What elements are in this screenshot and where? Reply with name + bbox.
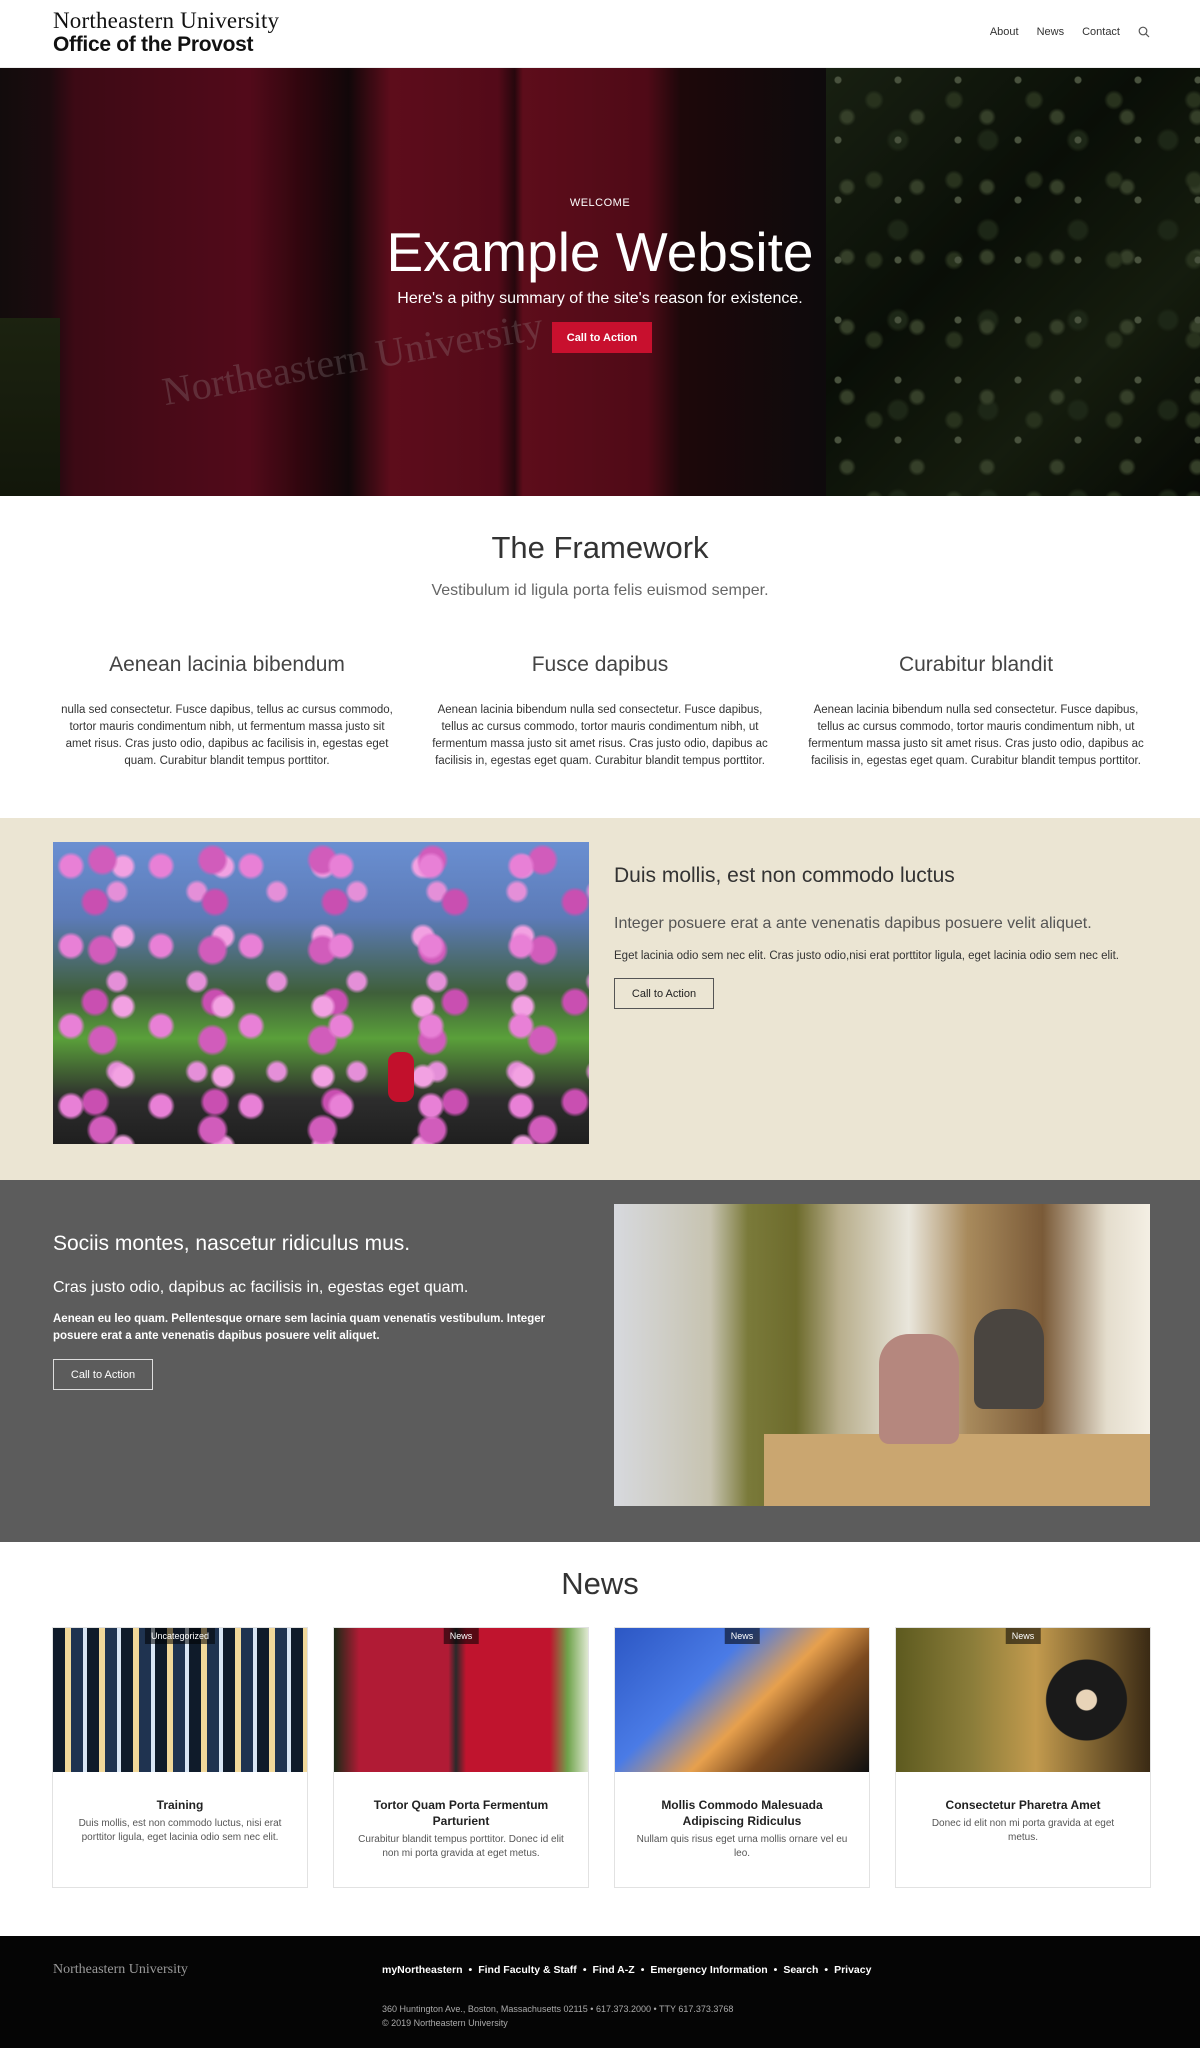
news-card[interactable]: Uncategorized Training Duis mollis, est … (52, 1627, 308, 1888)
hero: Northeastern University WELCOME Example … (0, 68, 1200, 496)
category-badge[interactable]: News (724, 1628, 760, 1644)
column-heading: Curabitur blandit (898, 653, 1054, 676)
footer-address-block: 360 Huntington Ave., Boston, Massachuset… (382, 2002, 733, 2030)
footer-link-search[interactable]: Search (783, 1964, 818, 1976)
hero-subtitle: Here's a pithy summary of the site's rea… (397, 290, 803, 307)
news-card-image: News (896, 1628, 1150, 1772)
footer-links: myNortheastern • Find Faculty & Staff • … (382, 1964, 871, 1976)
feature-heading: Duis mollis, est non commodo luctus (614, 864, 955, 887)
logo-office: Office of the Provost (53, 33, 254, 56)
image-desk (764, 1434, 1150, 1506)
feature-grey-text: Sociis montes, nascetur ridiculus mus. C… (53, 1230, 593, 1390)
footer-address: 360 Huntington Ave., Boston, Massachuset… (382, 2004, 734, 2014)
framework-column: Aenean lacinia bibendum nulla sed consec… (57, 652, 397, 770)
news-card-title[interactable]: Tortor Quam Porta Fermentum Parturient (354, 1797, 568, 1829)
hero-cta-button[interactable]: Call to Action (552, 322, 652, 353)
footer-logo[interactable]: Northeastern University (53, 1962, 188, 1978)
news-card-body: Training Duis mollis, est non commodo lu… (53, 1772, 307, 1845)
feature-grey-section: Sociis montes, nascetur ridiculus mus. C… (0, 1180, 1200, 1542)
footer-link-emergency[interactable]: Emergency Information (650, 1964, 767, 1976)
site-footer: Northeastern University myNortheastern •… (0, 1936, 1200, 2048)
news-card-image: News (615, 1628, 869, 1772)
news-card[interactable]: News Tortor Quam Porta Fermentum Parturi… (333, 1627, 589, 1888)
search-icon[interactable] (1138, 26, 1150, 38)
category-badge[interactable]: Uncategorized (144, 1628, 216, 1644)
footer-separator: • (468, 1964, 473, 1976)
site-logo[interactable]: Northeastern University Office of the Pr… (53, 9, 279, 57)
news-card[interactable]: News Mollis Commodo Malesuada Adipiscing… (614, 1627, 870, 1888)
news-title: News (561, 1566, 639, 1601)
footer-separator: • (640, 1964, 645, 1976)
nav-news[interactable]: News (1037, 26, 1065, 38)
footer-separator: • (582, 1964, 587, 1976)
column-body: Aenean lacinia bibendum nulla sed consec… (432, 704, 768, 767)
footer-separator: • (824, 1964, 829, 1976)
site-header: Northeastern University Office of the Pr… (0, 0, 1200, 68)
news-card[interactable]: News Consectetur Pharetra Amet Donec id … (895, 1627, 1151, 1888)
news-card-excerpt: Donec id elit non mi porta gravida at eg… (931, 1818, 1115, 1843)
framework-column: Curabitur blandit Aenean lacinia bibendu… (806, 652, 1146, 770)
news-card-excerpt: Nullam quis risus eget urna mollis ornar… (636, 1834, 848, 1859)
office-workspace-image (614, 1204, 1150, 1506)
framework-title: The Framework (491, 530, 709, 565)
top-nav: About News Contact (990, 26, 1150, 38)
feature-heading: Sociis montes, nascetur ridiculus mus. (53, 1232, 411, 1255)
news-card-image: News (334, 1628, 588, 1772)
hero-title: Example Website (386, 221, 814, 283)
feature-beige-text: Duis mollis, est non commodo luctus Inte… (614, 862, 1154, 1009)
news-card-image: Uncategorized (53, 1628, 307, 1772)
footer-link-find-faculty[interactable]: Find Faculty & Staff (478, 1964, 577, 1976)
image-person (879, 1334, 959, 1444)
column-body: Aenean lacinia bibendum nulla sed consec… (808, 704, 1144, 767)
footer-copyright: © 2019 Northeastern University (382, 2018, 508, 2028)
footer-link-find-az[interactable]: Find A-Z (593, 1964, 635, 1976)
logo-university: Northeastern University (53, 8, 280, 33)
image-walker-figure (388, 1052, 414, 1102)
category-badge[interactable]: News (443, 1628, 479, 1644)
feature-subheading: Cras justo odio, dapibus ac facilisis in… (53, 1279, 469, 1296)
feature-subheading: Integer posuere erat a ante venenatis da… (614, 915, 1092, 932)
news-card-body: Tortor Quam Porta Fermentum Parturient C… (334, 1772, 588, 1861)
column-body: nulla sed consectetur. Fusce dapibus, te… (61, 704, 393, 767)
nav-contact[interactable]: Contact (1082, 26, 1120, 38)
image-person (974, 1309, 1044, 1409)
news-card-body: Consectetur Pharetra Amet Donec id elit … (896, 1772, 1150, 1845)
blossom-campus-image (53, 842, 589, 1144)
feature-body: Eget lacinia odio sem nec elit. Cras jus… (614, 950, 1119, 962)
nav-about[interactable]: About (990, 26, 1019, 38)
column-heading: Fusce dapibus (531, 653, 669, 676)
news-card-title[interactable]: Training (73, 1797, 287, 1813)
feature-cta-button[interactable]: Call to Action (53, 1359, 153, 1390)
feature-cta-button[interactable]: Call to Action (614, 978, 714, 1009)
footer-separator: • (773, 1964, 778, 1976)
footer-link-privacy[interactable]: Privacy (834, 1964, 871, 1976)
feature-body: Aenean eu leo quam. Pellentesque ornare … (53, 1313, 546, 1342)
news-card-title[interactable]: Consectetur Pharetra Amet (916, 1797, 1130, 1813)
framework-column: Fusce dapibus Aenean lacinia bibendum nu… (430, 652, 770, 770)
hero-eyebrow: WELCOME (569, 197, 631, 209)
news-card-excerpt: Curabitur blandit tempus porttitor. Done… (358, 1834, 564, 1859)
column-heading: Aenean lacinia bibendum (109, 653, 345, 676)
news-card-body: Mollis Commodo Malesuada Adipiscing Ridi… (615, 1772, 869, 1861)
feature-beige-section: Duis mollis, est non commodo luctus Inte… (0, 818, 1200, 1180)
category-badge[interactable]: News (1005, 1628, 1041, 1644)
framework-subtitle: Vestibulum id ligula porta felis euismod… (431, 582, 769, 599)
news-card-title[interactable]: Mollis Commodo Malesuada Adipiscing Ridi… (635, 1797, 849, 1829)
footer-link-mynortheastern[interactable]: myNortheastern (382, 1964, 463, 1976)
news-card-excerpt: Duis mollis, est non commodo luctus, nis… (78, 1818, 282, 1843)
